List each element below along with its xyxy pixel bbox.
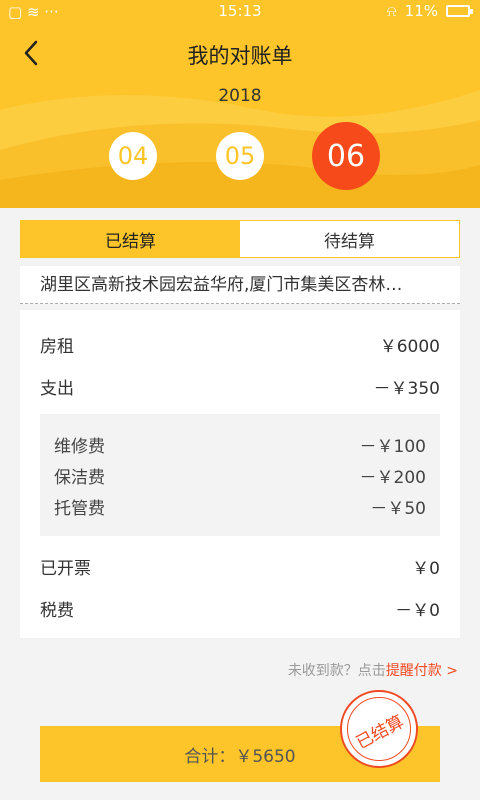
detail-label: 维修费	[54, 437, 105, 457]
expense-row: 支出 －￥350	[40, 374, 440, 399]
detail-row: 保洁费 －￥200	[54, 463, 426, 488]
reminder-text: 未收到款？点击	[287, 663, 386, 679]
invoiced-value: ￥0	[412, 559, 440, 579]
page-title: 我的对账单	[187, 44, 293, 68]
settled-stamp: 已结算	[340, 690, 418, 768]
header: ▢ ≋ ··· 15:13 ⍾ 11% 我的对账单 2018 04 05 06	[0, 0, 480, 208]
expense-details: 维修费 －￥100 保洁费 －￥200 托管费 －￥50	[40, 414, 440, 536]
bell-muted-icon: ⍾	[386, 2, 397, 20]
tax-value: －￥0	[395, 601, 440, 621]
expense-value: －￥350	[373, 379, 440, 399]
rent-value: ￥6000	[379, 337, 440, 357]
expense-label: 支出	[40, 379, 74, 399]
tab-settled[interactable]: 已结算	[21, 221, 240, 257]
detail-row: 维修费 －￥100	[54, 432, 426, 457]
payment-reminder: 未收到款？点击提醒付款 >	[288, 660, 458, 680]
rent-row: 房租 ￥6000	[40, 332, 440, 357]
address-text: 湖里区高新技术园宏益华府,厦门市集美区杏林…	[40, 275, 403, 295]
detail-value: －￥100	[359, 437, 426, 457]
month-04[interactable]: 04	[109, 132, 157, 180]
invoiced-label: 已开票	[40, 559, 91, 579]
settlement-tabs: 已结算 待结算	[20, 220, 460, 258]
invoiced-row: 已开票 ￥0	[40, 554, 440, 579]
tab-pending[interactable]: 待结算	[240, 221, 459, 257]
month-05[interactable]: 05	[216, 132, 264, 180]
battery-percent: 11%	[404, 2, 438, 20]
detail-value: －￥200	[359, 468, 426, 488]
detail-row: 托管费 －￥50	[54, 494, 426, 519]
bill-card: 房租 ￥6000 支出 －￥350 维修费 －￥100 保洁费 －￥200 托管…	[20, 310, 460, 638]
month-06-selected[interactable]: 06	[312, 122, 380, 190]
status-bar: ▢ ≋ ··· 15:13 ⍾ 11%	[0, 0, 480, 24]
detail-label: 托管费	[54, 499, 105, 519]
detail-value: －￥50	[370, 499, 426, 519]
rent-label: 房租	[40, 337, 74, 357]
property-address: 湖里区高新技术园宏益华府,厦门市集美区杏林…	[20, 266, 460, 304]
total-amount: 合计：￥5650	[184, 746, 296, 767]
tax-row: 税费 －￥0	[40, 596, 440, 621]
battery-icon	[446, 5, 473, 17]
remind-payment-link[interactable]: 提醒付款 >	[386, 663, 458, 679]
tax-label: 税费	[40, 601, 74, 621]
year-label: 2018	[218, 86, 262, 106]
detail-label: 保洁费	[54, 468, 105, 488]
